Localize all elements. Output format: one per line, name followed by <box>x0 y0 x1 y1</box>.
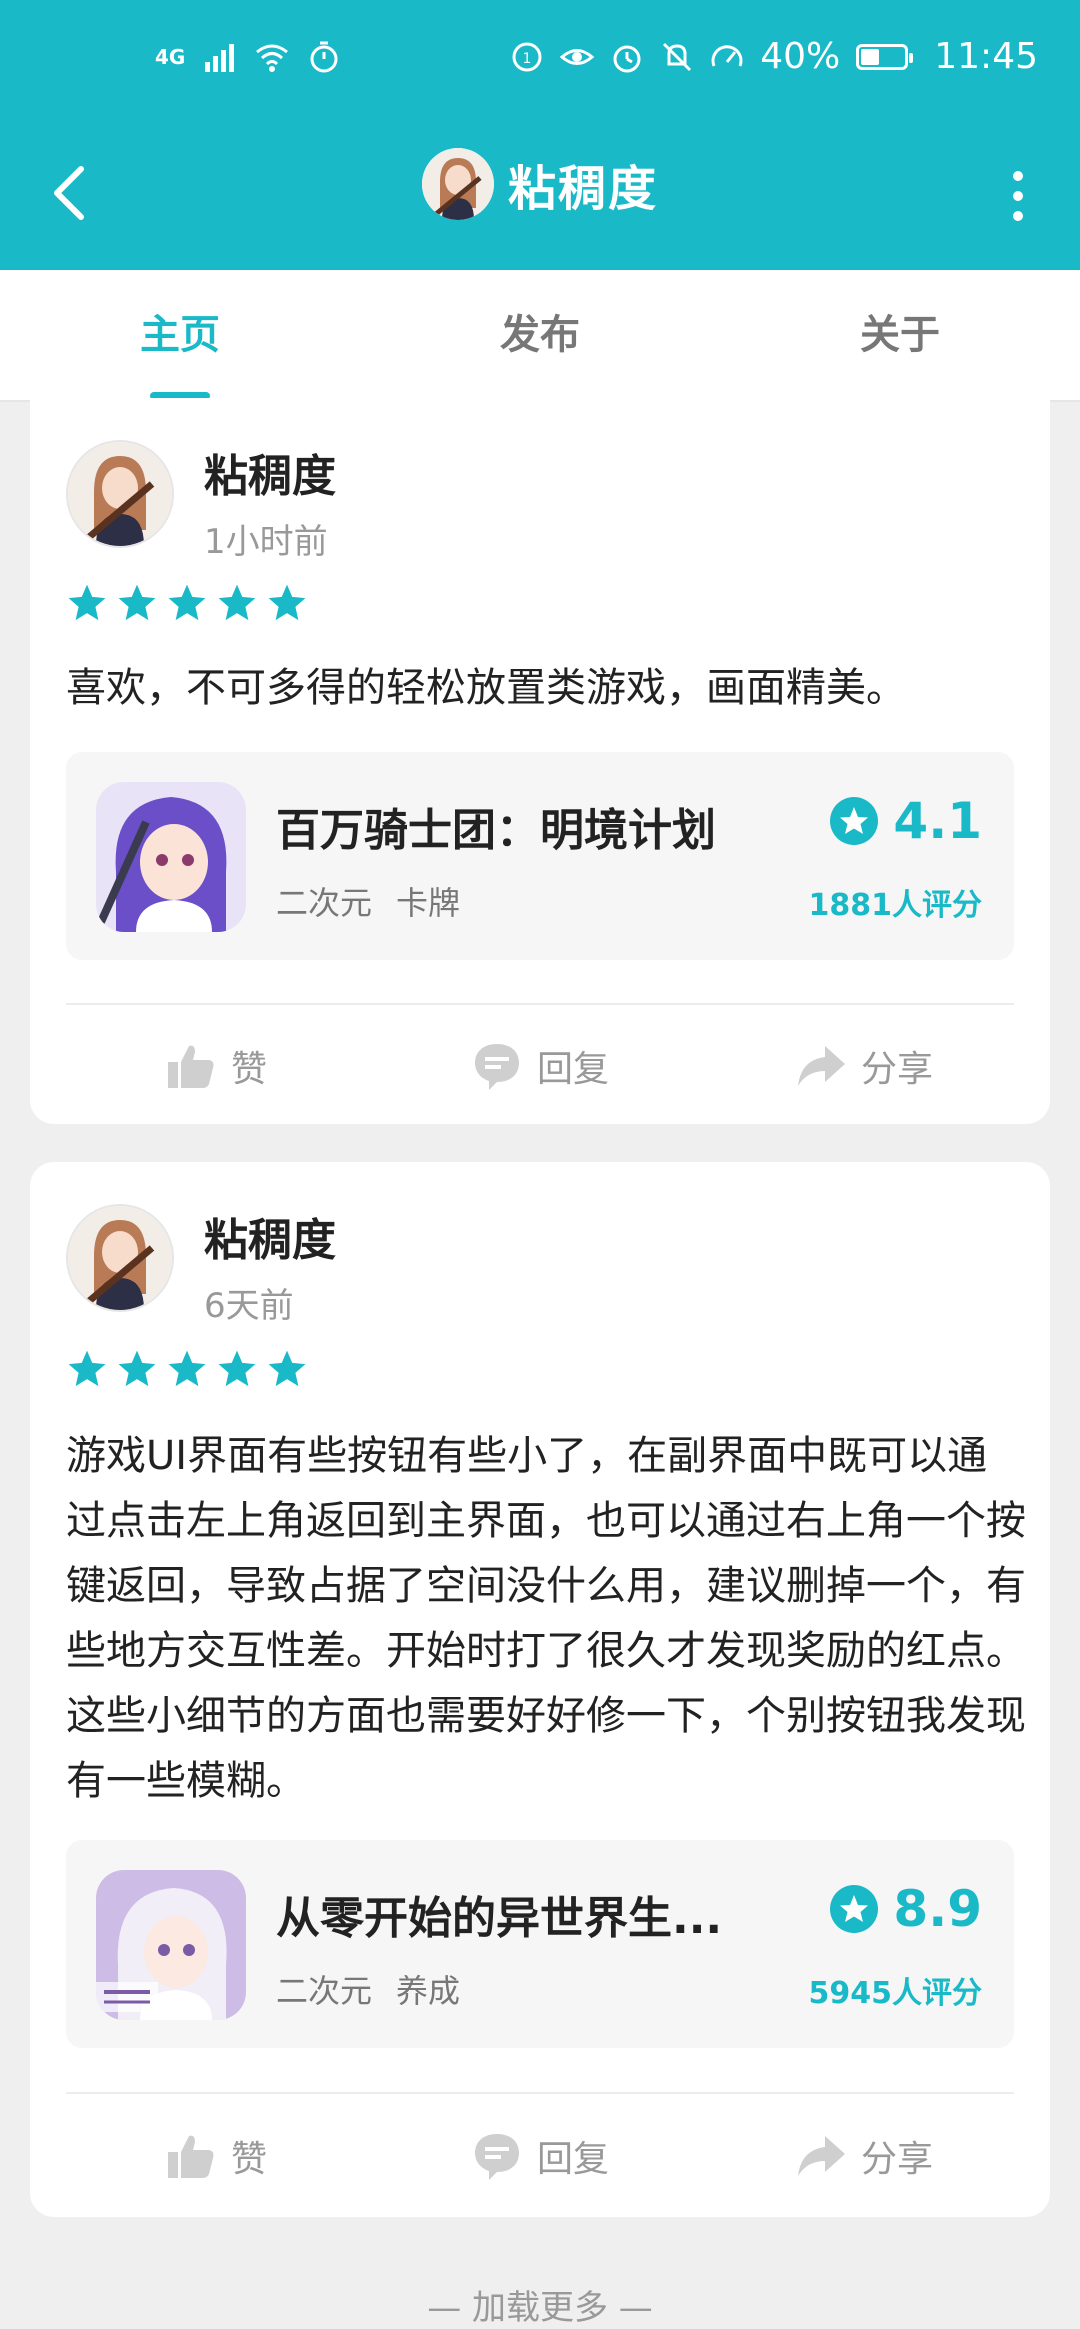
reply-label: 回复 <box>536 2139 609 2180</box>
game-title: 从零开始的异世界生... <box>276 1893 723 1944</box>
timer-icon <box>310 41 338 73</box>
star-icon <box>268 1350 306 1387</box>
review-card: 粘稠度 6天前 游戏UI界面有些按钮有些小了，在副界面中既可以通过点击左上角返回… <box>30 1162 1050 2217</box>
share-label: 分享 <box>860 2139 933 2180</box>
game-title: 百万骑士团：明境计划 <box>276 805 716 856</box>
status-left: 4G <box>155 40 341 74</box>
title-bar: 粘稠度 <box>0 120 1080 270</box>
post-time: 6天前 <box>204 1286 294 1326</box>
load-more-text[interactable]: — 加载更多 — <box>0 2280 1080 2329</box>
divider <box>66 1003 1014 1005</box>
star-circle-icon <box>830 797 879 845</box>
action-bar: 赞 回复 分享 <box>66 2106 1014 2206</box>
game-tag: 二次元 <box>276 884 373 922</box>
star-icon <box>218 1350 256 1387</box>
star-rating <box>66 1348 308 1390</box>
rating-count: 1881人评分 <box>808 888 983 923</box>
comment-icon <box>474 1044 519 1090</box>
avatar-image <box>421 148 494 220</box>
battery-icon <box>856 43 914 70</box>
star-icon <box>218 584 256 621</box>
share-label: 分享 <box>860 1049 933 1090</box>
tab-about[interactable]: 关于 <box>750 270 1050 400</box>
rating-count: 5945人评分 <box>808 1976 983 2011</box>
review-card: 粘稠度 1小时前 喜欢，不可多得的轻松放置类游戏，画面精美。 百万骑士团：明境计… <box>30 398 1050 1124</box>
author-row: 粘稠度 1小时前 <box>66 440 336 563</box>
game-card[interactable]: 百万骑士团：明境计划 二次元 卡牌 4.1 1881人评分 <box>66 752 1014 960</box>
game-tag: 卡牌 <box>396 884 461 922</box>
speed-icon <box>711 44 743 67</box>
avatar-image <box>68 442 172 546</box>
share-icon <box>797 2136 845 2176</box>
action-bar: 赞 回复 分享 <box>66 1016 1014 1116</box>
like-button[interactable]: 赞 <box>66 2130 366 2182</box>
avatar[interactable] <box>66 440 174 548</box>
game-tags: 二次元 卡牌 <box>276 878 460 924</box>
reply-label: 回复 <box>536 1049 609 1090</box>
mute-icon <box>663 42 692 71</box>
app-header: 4G 1 40% 11:45 粘稠度 <box>0 0 1080 270</box>
rating-value: 4.1 <box>893 792 982 850</box>
star-icon <box>118 584 156 621</box>
page-title: 粘稠度 <box>507 161 659 217</box>
star-icon <box>168 584 206 621</box>
svg-text:1: 1 <box>523 51 532 67</box>
game-icon <box>96 1870 246 2020</box>
author-row: 粘稠度 6天前 <box>66 1204 336 1327</box>
review-text: 游戏UI界面有些按钮有些小了，在副界面中既可以通过点击左上角返回到主界面，也可以… <box>66 1433 1026 1804</box>
rating-value: 8.9 <box>893 1880 982 1938</box>
avatar[interactable] <box>421 148 494 220</box>
comment-icon <box>474 2134 519 2180</box>
star-icon <box>168 1350 206 1387</box>
tab-bar: 主页 发布 关于 <box>0 270 1080 402</box>
more-vertical-icon <box>1013 171 1023 181</box>
data-saver-icon: 1 <box>512 42 542 71</box>
star-rating <box>66 582 308 624</box>
share-button[interactable]: 分享 <box>714 1040 1014 1092</box>
post-time: 1小时前 <box>204 522 328 562</box>
tab-posts[interactable]: 发布 <box>390 270 690 400</box>
game-icon <box>96 782 246 932</box>
reply-button[interactable]: 回复 <box>390 1040 690 1092</box>
game-rating: 8.9 <box>829 1880 982 1938</box>
star-icon <box>68 584 106 621</box>
game-rating: 4.1 <box>829 792 982 850</box>
thumbs-up-icon <box>167 2135 214 2178</box>
clock: 11:45 <box>934 36 1038 77</box>
game-tag: 养成 <box>396 1972 461 2010</box>
star-circle-icon <box>830 1885 879 1933</box>
author-name[interactable]: 粘稠度 <box>204 440 336 504</box>
avatar[interactable] <box>66 1204 174 1312</box>
divider <box>66 2092 1014 2094</box>
tab-home[interactable]: 主页 <box>30 270 330 400</box>
signal-icon <box>205 44 235 72</box>
like-button[interactable]: 赞 <box>66 1040 366 1092</box>
reply-button[interactable]: 回复 <box>390 2130 690 2182</box>
review-text: 喜欢，不可多得的轻松放置类游戏，画面精美。 <box>66 665 906 711</box>
wifi-icon <box>256 44 289 72</box>
like-label: 赞 <box>230 1049 267 1090</box>
alarm-icon <box>613 45 641 72</box>
status-right: 1 40% 11:45 <box>510 36 1038 77</box>
avatar-image <box>68 1206 172 1310</box>
game-card[interactable]: 从零开始的异世界生... 二次元 养成 8.9 5945人评分 <box>66 1840 1014 2048</box>
more-options-button[interactable] <box>988 156 1048 236</box>
share-button[interactable]: 分享 <box>714 2130 1014 2182</box>
game-tags: 二次元 养成 <box>276 1966 460 2012</box>
like-label: 赞 <box>230 2139 267 2180</box>
chevron-left-icon <box>54 166 84 220</box>
thumbs-up-icon <box>167 1045 214 1088</box>
game-tag: 二次元 <box>276 1972 373 2010</box>
eye-icon <box>560 48 595 65</box>
title-wrap: 粘稠度 <box>421 148 659 220</box>
share-icon <box>797 1046 845 1086</box>
star-icon <box>68 1350 106 1387</box>
author-name[interactable]: 粘稠度 <box>204 1204 336 1268</box>
star-icon <box>268 584 306 621</box>
network-label: 4G <box>155 45 186 69</box>
back-button[interactable] <box>38 158 98 228</box>
star-icon <box>118 1350 156 1387</box>
battery-percent: 40% <box>760 36 841 77</box>
status-bar: 4G 1 40% 11:45 <box>0 0 1080 120</box>
